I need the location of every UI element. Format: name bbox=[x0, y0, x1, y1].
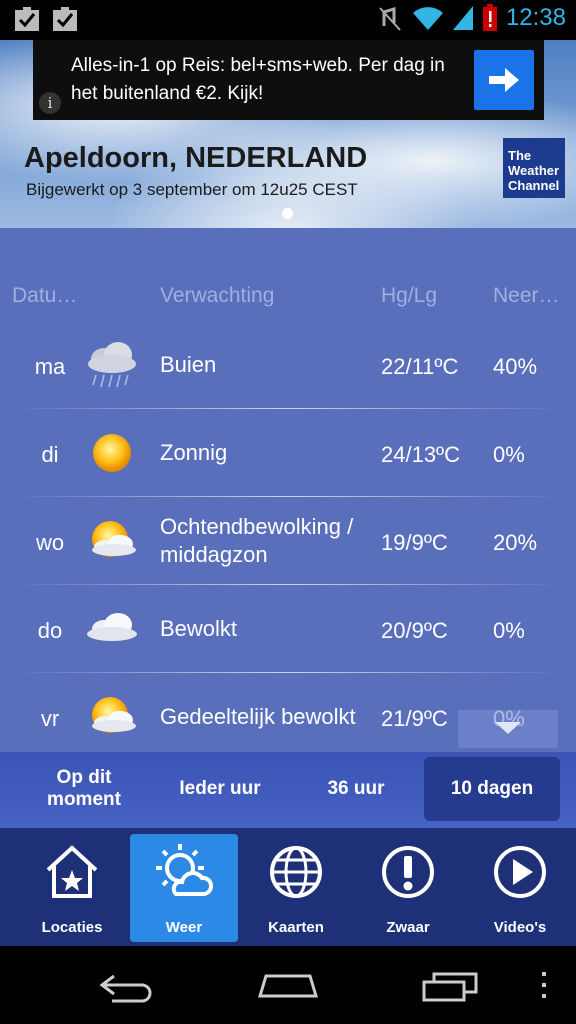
nav-weather[interactable]: Weer bbox=[130, 834, 238, 942]
nav-severe[interactable]: Zwaar bbox=[354, 834, 462, 942]
panel-curve bbox=[0, 228, 576, 252]
logo-line: The bbox=[508, 148, 532, 163]
status-bar: 12:38 bbox=[0, 0, 576, 40]
play-icon bbox=[494, 846, 546, 898]
tab-hourly[interactable]: Ieder uur bbox=[160, 757, 280, 821]
overflow-menu-icon[interactable] bbox=[538, 968, 550, 1004]
home-star-icon bbox=[46, 845, 98, 898]
bottom-nav: Locaties Weer Kaarten Zwaar Video's bbox=[0, 828, 576, 946]
nav-label: Locaties bbox=[41, 919, 103, 936]
weather-channel-logo[interactable]: The Weather Channel bbox=[503, 138, 565, 198]
logo-line: Channel bbox=[508, 178, 560, 193]
tab-now[interactable]: Op dit moment bbox=[24, 757, 144, 821]
row-temp: 19/9ºC bbox=[381, 530, 448, 555]
forecast-row[interactable]: ma Buien 22/11ºC 40% bbox=[0, 321, 576, 409]
logo-line: Weather bbox=[508, 163, 560, 178]
row-temp: 20/9ºC bbox=[381, 618, 448, 643]
row-day: do bbox=[37, 618, 63, 643]
nav-maps[interactable]: Kaarten bbox=[242, 834, 350, 942]
ad-text[interactable]: Alles-in-1 op Reis: bel+sms+web. Per dag… bbox=[71, 52, 471, 108]
row-temp: 24/13ºC bbox=[381, 442, 460, 467]
row-forecast: Gedeeltelijk bewolkt bbox=[160, 704, 356, 729]
ad-info-icon[interactable]: i bbox=[39, 92, 61, 114]
mute-icon bbox=[379, 6, 401, 31]
forecast-row[interactable]: wo Ochtendbewolking / middagzon 19/9ºC 2… bbox=[0, 497, 576, 585]
row-day: wo bbox=[35, 530, 65, 555]
header-forecast[interactable]: Verwachting bbox=[160, 284, 274, 308]
page-indicator bbox=[282, 208, 293, 219]
forecast-row[interactable]: do Bewolkt 20/9ºC 0% bbox=[0, 585, 576, 673]
nav-videos[interactable]: Video's bbox=[466, 834, 574, 942]
recent-apps-icon[interactable] bbox=[418, 968, 482, 1004]
nav-locations[interactable]: Locaties bbox=[18, 834, 126, 942]
row-precip: 0% bbox=[493, 618, 525, 643]
tab-10-days[interactable]: 10 dagen bbox=[424, 757, 560, 821]
wifi-icon bbox=[412, 7, 443, 31]
battery-icon bbox=[482, 4, 497, 31]
row-precip: 0% bbox=[493, 442, 525, 467]
header-precip[interactable]: Neer… bbox=[493, 284, 560, 308]
nav-label: Kaarten bbox=[268, 919, 324, 936]
cloud-icon bbox=[87, 613, 137, 641]
row-forecast: Bewolkt bbox=[160, 616, 238, 641]
row-forecast: Buien bbox=[160, 352, 217, 377]
rain-cloud-icon bbox=[88, 342, 136, 388]
row-day: di bbox=[41, 442, 59, 467]
forecast-row[interactable]: di Zonnig 24/13ºC 0% bbox=[0, 409, 576, 497]
nav-label: Video's bbox=[493, 919, 547, 936]
back-icon[interactable] bbox=[98, 968, 156, 1004]
alert-icon bbox=[382, 846, 434, 898]
row-day: vr bbox=[40, 706, 60, 731]
task-checkbox-icon bbox=[53, 7, 77, 31]
arrow-right-icon bbox=[489, 68, 519, 92]
tab-36-hours[interactable]: 36 uur bbox=[296, 757, 416, 821]
location-title: Apeldoorn, NEDERLAND bbox=[24, 142, 368, 174]
sun-behind-cloud-icon bbox=[92, 521, 136, 557]
task-checkbox-icon bbox=[15, 7, 39, 31]
row-temp: 21/9ºC bbox=[381, 706, 448, 731]
header-temp[interactable]: Hg/Lg bbox=[381, 284, 437, 308]
row-forecast: Ochtendbewolking / middagzon bbox=[160, 514, 354, 567]
nav-label: Weer bbox=[165, 919, 203, 936]
globe-icon bbox=[270, 846, 322, 898]
row-precip: 20% bbox=[493, 530, 538, 555]
range-tabs: Op dit moment Ieder uur 36 uur 10 dagen bbox=[0, 752, 576, 828]
updated-time: Bijgewerkt op 3 september om 12u25 CEST bbox=[26, 180, 358, 199]
nav-label: Zwaar bbox=[386, 919, 430, 936]
sun-icon bbox=[93, 434, 131, 472]
forecast-panel: Datu… Verwachting Hg/Lg Neer… ma Buien 2… bbox=[0, 228, 576, 752]
clock: 12:38 bbox=[505, 4, 566, 31]
signal-icon bbox=[452, 6, 473, 30]
ad-banner[interactable]: Alles-in-1 op Reis: bel+sms+web. Per dag… bbox=[33, 40, 544, 120]
system-nav-bar bbox=[0, 946, 576, 1024]
row-day: ma bbox=[34, 354, 66, 379]
scroll-down-button[interactable] bbox=[458, 710, 558, 748]
row-temp: 22/11ºC bbox=[381, 354, 459, 379]
chevron-down-icon bbox=[495, 722, 521, 734]
row-forecast: Zonnig bbox=[160, 440, 228, 465]
row-precip: 40% bbox=[493, 354, 538, 379]
sun-behind-cloud-icon bbox=[92, 697, 136, 733]
header-date[interactable]: Datu… bbox=[12, 284, 77, 308]
weather-icon bbox=[156, 844, 214, 896]
home-icon[interactable] bbox=[256, 968, 320, 1004]
ad-arrow-button[interactable] bbox=[474, 50, 534, 110]
